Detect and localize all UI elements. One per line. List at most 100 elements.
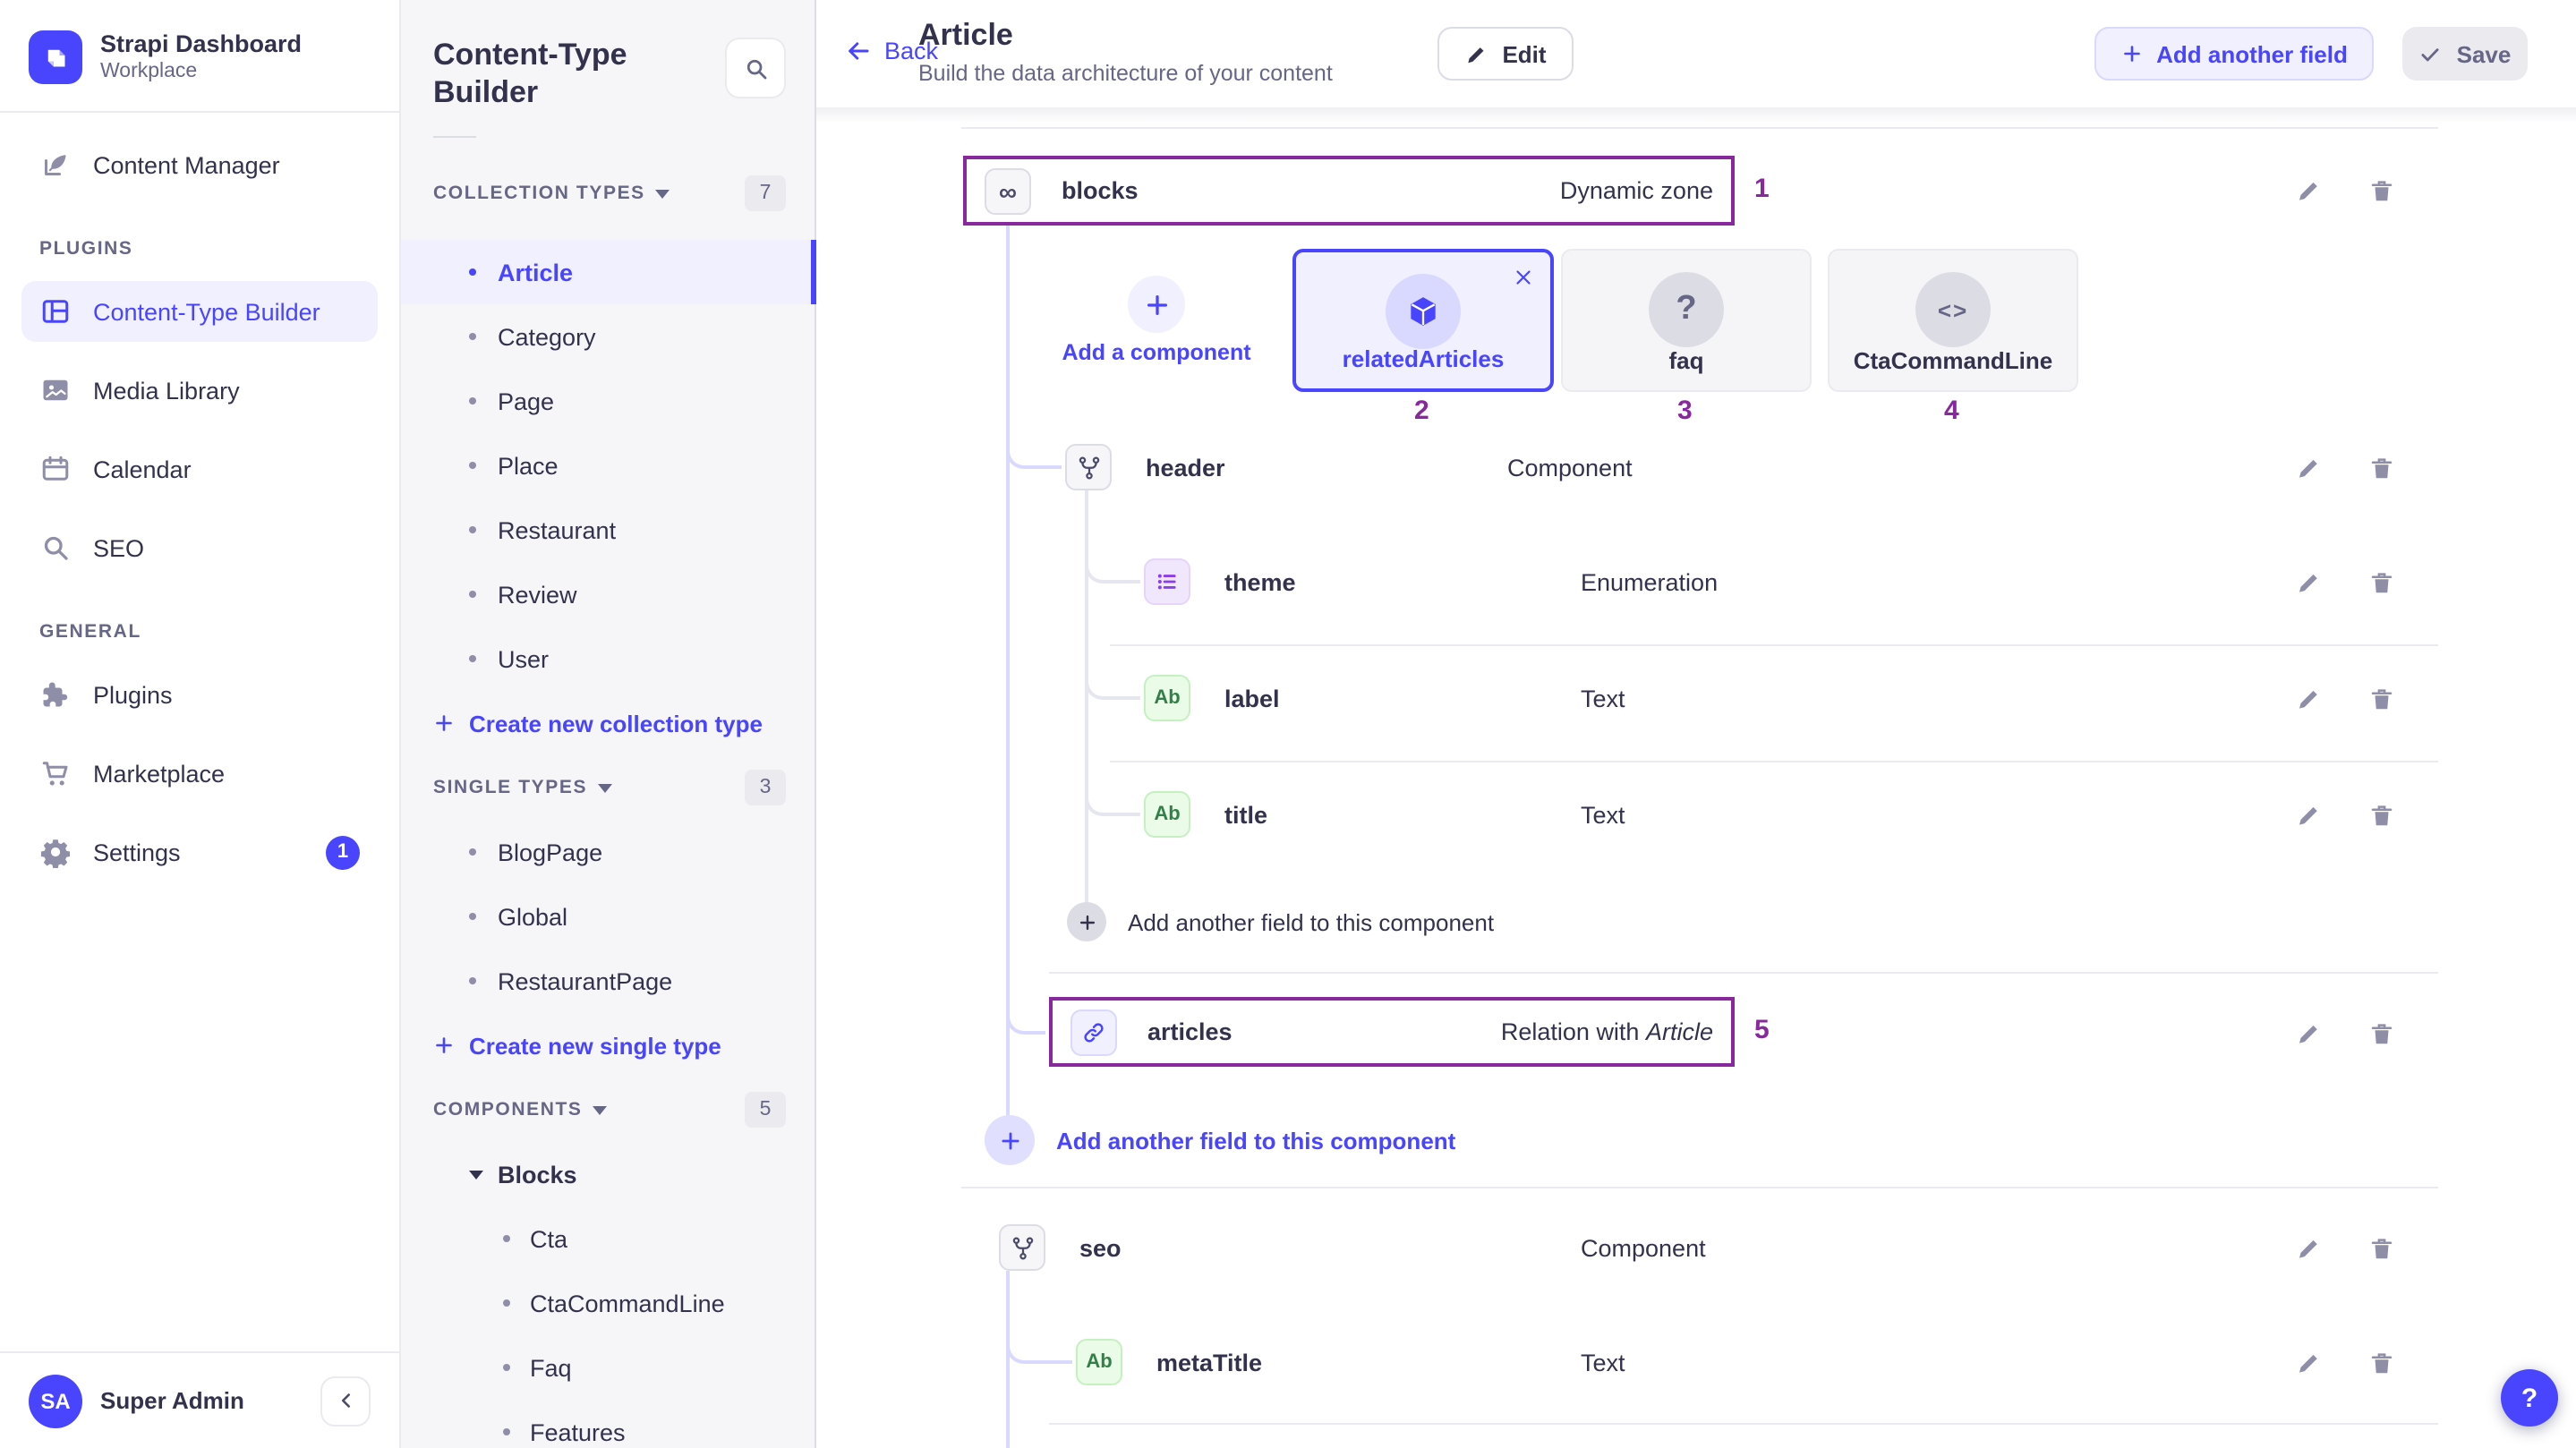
sidebar-item-content-type-builder[interactable]: Content-Type Builder: [21, 281, 378, 342]
component-category-blocks[interactable]: Blocks: [401, 1142, 815, 1206]
search-button[interactable]: [725, 38, 786, 98]
sidebar-section-general: GENERAL: [21, 596, 378, 664]
collection-type-review[interactable]: Review: [401, 562, 815, 626]
collection-type-article[interactable]: Article: [401, 240, 815, 304]
sidebar-item-label: Content Manager: [93, 151, 280, 178]
edit-field-icon[interactable]: [2295, 802, 2322, 829]
create-single-type-link[interactable]: Create new single type: [401, 1013, 815, 1077]
bullet-dot: [469, 526, 476, 533]
component-faq[interactable]: Faq: [401, 1335, 815, 1400]
list-divider: [961, 127, 2438, 129]
delete-field-icon[interactable]: [2368, 177, 2395, 204]
cart-icon: [39, 757, 72, 789]
help-label: ?: [2521, 1383, 2538, 1413]
add-component-label[interactable]: Add a component: [1062, 340, 1250, 365]
field-row-header[interactable]: header: [1065, 444, 1225, 490]
delete-field-icon[interactable]: [2368, 802, 2395, 829]
component-cta[interactable]: Cta: [401, 1206, 815, 1271]
field-name: label: [1224, 685, 1280, 711]
field-row-seo[interactable]: seo: [999, 1224, 1122, 1271]
component-card-ctacommandline[interactable]: <> CtaCommandLine: [1828, 249, 2078, 392]
delete-field-icon[interactable]: [2368, 569, 2395, 596]
create-collection-type-link[interactable]: Create new collection type: [401, 691, 815, 755]
avatar[interactable]: SA: [29, 1374, 82, 1427]
sidebar-item-label: Settings: [93, 839, 181, 865]
collection-type-user[interactable]: User: [401, 626, 815, 691]
workspace-switcher[interactable]: Strapi Dashboard Workplace: [0, 0, 399, 111]
plus-icon: [1143, 291, 1170, 318]
tree-elbow: [1085, 777, 1140, 816]
delete-field-icon[interactable]: [2368, 1235, 2395, 1262]
action-label: Create new single type: [469, 1032, 721, 1059]
sidebar-item-seo[interactable]: SEO: [21, 517, 378, 578]
edit-field-icon[interactable]: [2295, 177, 2322, 204]
edit-field-icon[interactable]: [2295, 455, 2322, 481]
question-glyph: ?: [1676, 290, 1696, 329]
field-row-label[interactable]: Ab label: [1144, 675, 1280, 721]
enumeration-icon: [1144, 558, 1190, 605]
sidebar-item-media-library[interactable]: Media Library: [21, 360, 378, 421]
edit-field-icon[interactable]: [2295, 686, 2322, 712]
header-shadow: [816, 107, 2576, 124]
row-actions: [2295, 686, 2395, 712]
field-row-title[interactable]: Ab title: [1144, 791, 1267, 838]
sidebar-item-calendar[interactable]: Calendar: [21, 439, 378, 499]
sidebar-item-settings[interactable]: Settings 1: [21, 822, 378, 882]
edit-field-icon[interactable]: [2295, 569, 2322, 596]
add-field-to-header-component-link[interactable]: Add another field to this component: [1067, 902, 1494, 941]
ab-glyph: Ab: [1154, 687, 1180, 709]
sidebar-item-label: Marketplace: [93, 760, 225, 787]
help-button[interactable]: ?: [2501, 1369, 2558, 1427]
strapi-logo: [29, 30, 82, 84]
edit-field-icon[interactable]: [2295, 1235, 2322, 1262]
sidebar-item-label: Calendar: [93, 456, 192, 482]
annotation-3: 3: [1677, 396, 1693, 426]
component-features[interactable]: Features: [401, 1400, 815, 1448]
delete-field-icon[interactable]: [2368, 686, 2395, 712]
single-type-blogpage[interactable]: BlogPage: [401, 820, 815, 884]
sidebar-item-content-manager[interactable]: Content Manager: [21, 134, 378, 195]
delete-field-icon[interactable]: [2368, 1350, 2395, 1376]
sidebar-item-plugins[interactable]: Plugins: [21, 664, 378, 725]
strapi-dashboard-app: Strapi Dashboard Workplace Content Manag…: [0, 0, 2576, 1448]
delete-field-icon[interactable]: [2368, 1020, 2395, 1047]
collection-type-restaurant[interactable]: Restaurant: [401, 498, 815, 562]
annotation-5: 5: [1754, 1015, 1770, 1045]
collection-type-page[interactable]: Page: [401, 369, 815, 433]
relation-icon: [1070, 1009, 1117, 1055]
collection-type-place[interactable]: Place: [401, 433, 815, 498]
edit-button[interactable]: Edit: [1437, 27, 1574, 81]
collection-type-category[interactable]: Category: [401, 304, 815, 369]
component-ctacommandline[interactable]: CtaCommandLine: [401, 1271, 815, 1335]
collapse-sidebar-button[interactable]: [320, 1376, 371, 1426]
collection-types-toggle[interactable]: COLLECTION TYPES: [433, 183, 670, 204]
field-type: Relation with Article: [1501, 1018, 1713, 1045]
components-toggle[interactable]: COMPONENTS: [433, 1099, 608, 1120]
add-field-to-blocks-link[interactable]: Add another field to this component: [985, 1115, 1455, 1165]
component-card-faq[interactable]: ? faq: [1561, 249, 1812, 392]
field-row-theme[interactable]: theme: [1144, 558, 1296, 605]
tree-elbow: [1085, 660, 1140, 700]
single-types-toggle[interactable]: SINGLE TYPES: [433, 777, 612, 798]
add-another-field-button[interactable]: Add another field: [2094, 27, 2374, 81]
component-card-relatedarticles[interactable]: relatedArticles: [1292, 249, 1554, 392]
workspace-name: Workplace: [100, 59, 302, 84]
row-divider: [1110, 644, 2438, 646]
add-component-button[interactable]: [1128, 276, 1185, 333]
item-label: Category: [498, 323, 596, 350]
delete-field-icon[interactable]: [2368, 455, 2395, 481]
edit-field-icon[interactable]: [2295, 1350, 2322, 1376]
close-icon[interactable]: [1513, 267, 1534, 288]
main-sidebar: Strapi Dashboard Workplace Content Manag…: [0, 0, 401, 1448]
save-button[interactable]: Save: [2402, 27, 2528, 81]
field-row-blocks[interactable]: ∞ blocks Dynamic zone: [963, 156, 1735, 226]
chevron-down-icon: [593, 1105, 608, 1114]
single-type-restaurantpage[interactable]: RestaurantPage: [401, 949, 815, 1013]
annotation-2: 2: [1414, 396, 1429, 426]
edit-field-icon[interactable]: [2295, 1020, 2322, 1047]
sidebar-item-marketplace[interactable]: Marketplace: [21, 743, 378, 804]
field-row-metatitle[interactable]: Ab metaTitle: [1076, 1339, 1262, 1385]
bullet-dot: [469, 268, 476, 276]
single-type-global[interactable]: Global: [401, 884, 815, 949]
field-row-articles[interactable]: articles Relation with Article: [1049, 997, 1735, 1067]
